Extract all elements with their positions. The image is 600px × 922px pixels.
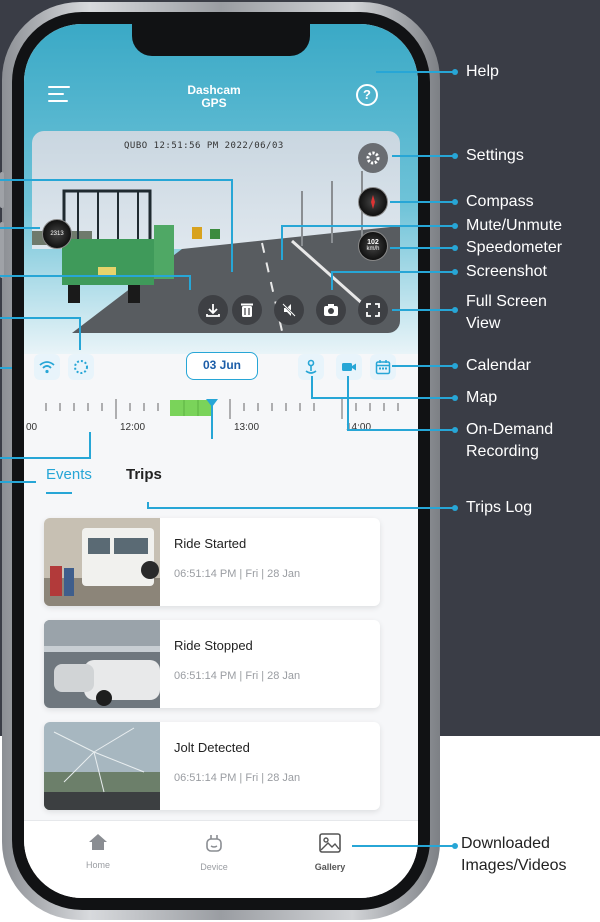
timeline-label: 13:00 [234, 422, 260, 433]
home-icon [89, 834, 107, 850]
phone-frame: Dashcam GPS ? QUBO 12:51:56 PM 2022/06/0… [0, 2, 440, 920]
loading-status [68, 354, 94, 380]
callout-settings: Settings [466, 147, 524, 164]
map-pin-icon [305, 359, 317, 374]
callout-downloaded-line1: Downloaded [461, 835, 550, 852]
app-title-line2: GPS [201, 96, 227, 110]
callout-mute: Mute/Unmute [466, 217, 563, 234]
event-card-ride-started[interactable]: Ride Started 06:51:14 PM | Fri | 28 Jan [44, 518, 380, 606]
video-timestamp: QUBO 12:51:56 PM 2022/06/03 [124, 141, 284, 151]
event-time: 06:51:14 PM | Fri | 28 Jan [174, 670, 301, 682]
app-screen: Dashcam GPS ? QUBO 12:51:56 PM 2022/06/0… [24, 24, 418, 898]
event-title: Ride Stopped [174, 638, 253, 653]
nav-device[interactable]: Device [184, 833, 244, 872]
callout-map: Map [466, 389, 498, 406]
event-card-jolt-detected[interactable]: Jolt Detected 06:51:14 PM | Fri | 28 Jan [44, 722, 380, 810]
delete-button[interactable] [232, 295, 262, 325]
video-camera-icon [342, 363, 356, 371]
nav-gallery-label: Gallery [314, 862, 346, 872]
map-button[interactable] [298, 354, 324, 380]
compass-value: 2313 [50, 230, 64, 237]
speedometer-gauge[interactable]: 102 km/h [358, 231, 388, 261]
compass-gauge[interactable] [358, 187, 388, 217]
help-icon[interactable]: ? [356, 84, 378, 106]
timeline-scrubber[interactable]: 00 12:00 13:00 14:00 [24, 399, 418, 439]
callout-fullscreen-line1: Full Screen [466, 293, 547, 310]
event-title: Ride Started [174, 536, 247, 551]
calendar-icon [375, 360, 391, 375]
truck-in-view [62, 189, 174, 303]
spinner-icon [74, 360, 88, 374]
download-icon [206, 304, 220, 317]
callout-calendar: Calendar [466, 357, 531, 374]
speed-unit: km/h [366, 246, 380, 252]
callout-screenshot: Screenshot [466, 263, 547, 280]
tab-trips[interactable]: Trips [126, 466, 162, 483]
wifi-status[interactable] [34, 354, 60, 380]
callout-fullscreen-line2: View [466, 315, 501, 332]
app-title: Dashcam GPS [164, 84, 264, 110]
calendar-button[interactable] [370, 354, 396, 380]
callout-help: Help [466, 63, 499, 80]
volume-down-button [0, 222, 4, 278]
gallery-icon [319, 833, 341, 853]
callout-trips-log: Trips Log [466, 499, 533, 516]
phone-notch [132, 24, 310, 56]
nav-device-label: Device [200, 862, 228, 872]
recorded-segment[interactable] [170, 400, 212, 416]
compass-icon [371, 195, 375, 209]
fullscreen-button[interactable] [358, 295, 388, 325]
callout-downloaded-line2: Images/Videos [461, 857, 567, 874]
event-card-ride-stopped[interactable]: Ride Stopped 06:51:14 PM | Fri | 28 Jan [44, 620, 380, 708]
speed-value: 102 [367, 239, 379, 246]
callout-speedometer: Speedometer [466, 239, 563, 256]
timeline-label: 12:00 [120, 422, 146, 433]
volume-up-button [0, 172, 4, 208]
live-video-feed[interactable]: QUBO 12:51:56 PM 2022/06/03 2313 102 km/… [32, 131, 400, 333]
mute-button[interactable] [274, 295, 304, 325]
wifi-icon [39, 361, 55, 374]
gear-icon [366, 151, 380, 165]
menu-icon[interactable] [48, 86, 70, 102]
callout-ondemand-line1: On-Demand [466, 421, 554, 438]
active-tab-indicator [46, 492, 72, 494]
nav-home-label: Home [85, 860, 110, 870]
tab-events[interactable]: Events [46, 466, 92, 483]
nav-home[interactable]: Home [68, 833, 128, 870]
nav-gallery[interactable]: Gallery [300, 833, 360, 872]
mute-icon [282, 303, 296, 317]
callout-ondemand-line2: Recording [466, 443, 539, 460]
event-title: Jolt Detected [174, 740, 250, 755]
callout-compass: Compass [466, 193, 534, 210]
timeline-label: 00 [26, 422, 38, 433]
camera-icon [324, 304, 338, 316]
event-time: 06:51:14 PM | Fri | 28 Jan [174, 772, 301, 784]
settings-button[interactable] [358, 143, 388, 173]
device-icon [206, 835, 222, 852]
download-button[interactable] [198, 295, 228, 325]
trash-icon [241, 303, 253, 317]
screenshot-button[interactable] [316, 295, 346, 325]
event-time: 06:51:14 PM | Fri | 28 Jan [174, 568, 301, 580]
date-selector[interactable]: 03 Jun [186, 352, 258, 380]
fullscreen-icon [366, 303, 380, 317]
record-button[interactable] [336, 354, 362, 380]
compass-mini-gauge: 2313 [42, 219, 72, 249]
event-thumbnail [44, 620, 160, 708]
timeline-ticks [45, 399, 399, 439]
event-thumbnail [44, 722, 160, 810]
timeline-label: 14:00 [346, 422, 372, 433]
bottom-navigation: Home Device Gallery [24, 820, 418, 898]
event-thumbnail [44, 518, 160, 606]
